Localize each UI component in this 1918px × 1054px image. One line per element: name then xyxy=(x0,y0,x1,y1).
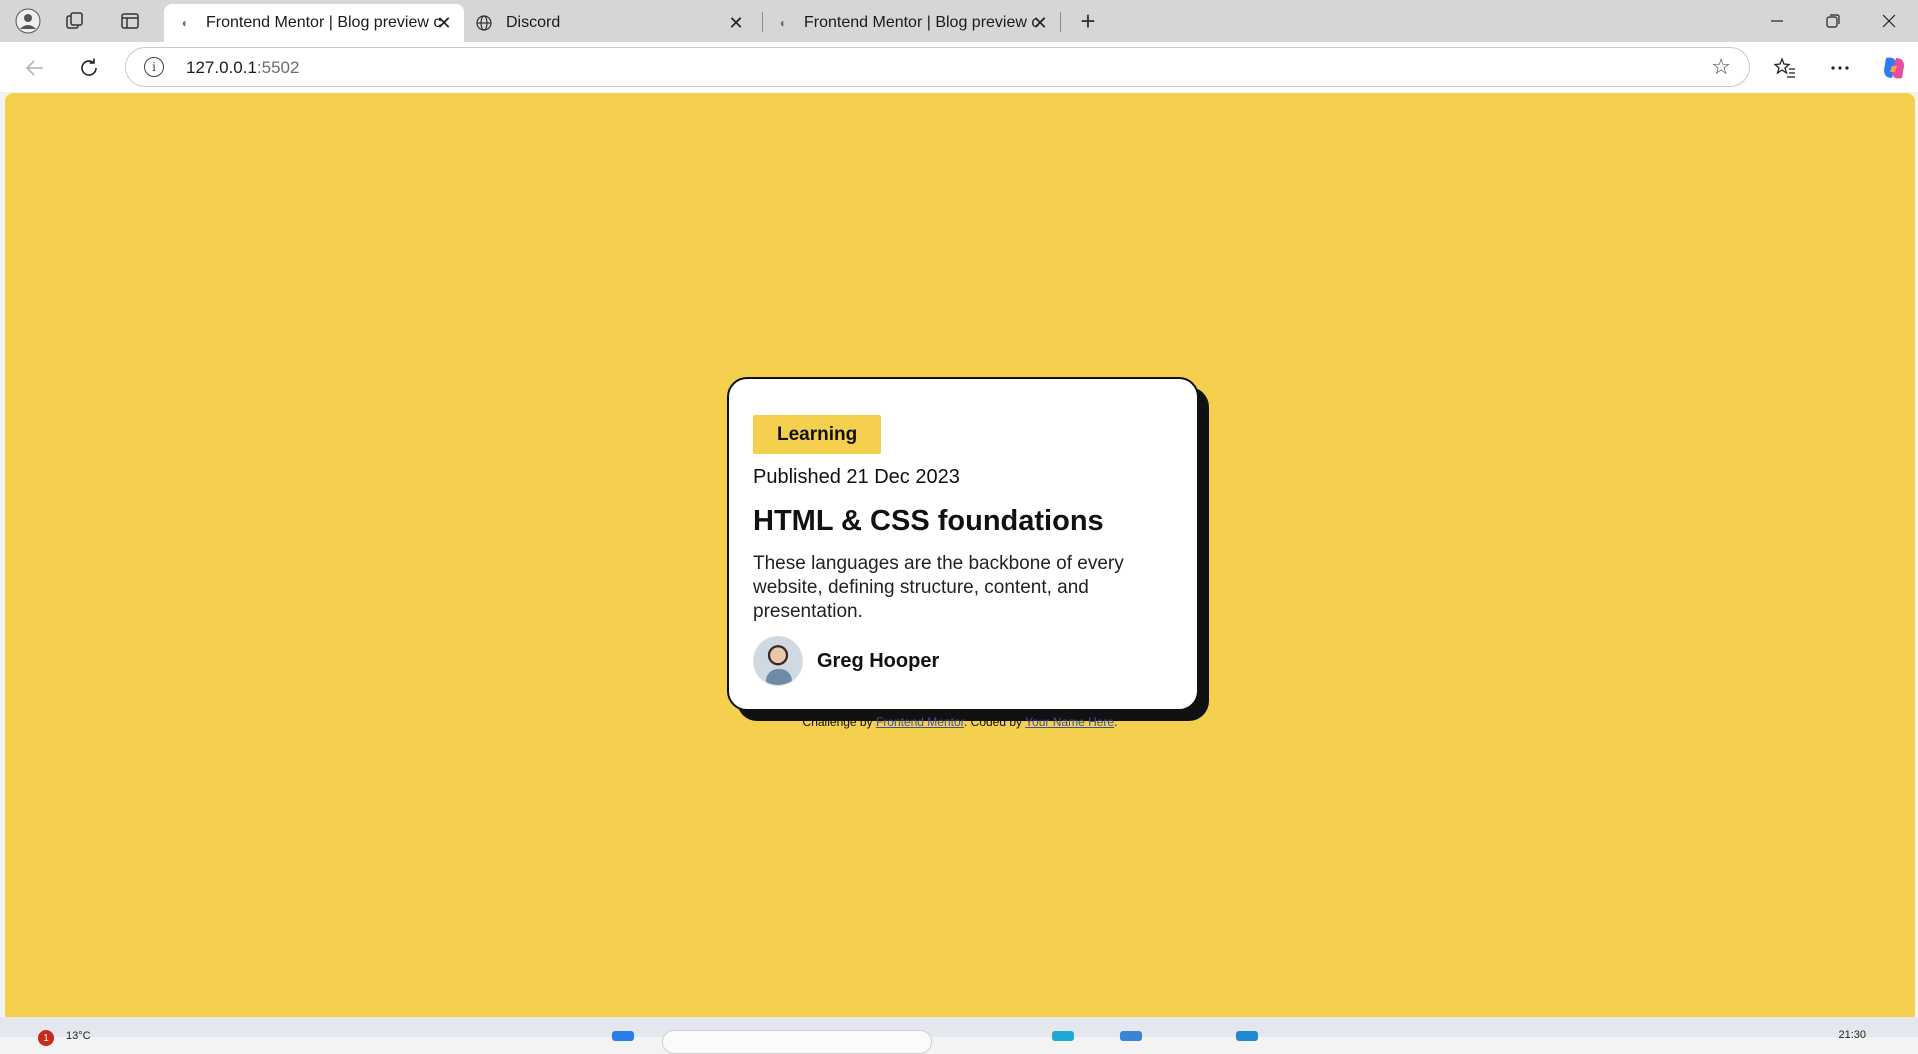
published-date: Published 21 Dec 2023 xyxy=(753,466,960,488)
more-options-icon[interactable] xyxy=(1824,52,1856,84)
minimize-icon[interactable] xyxy=(1754,6,1800,36)
new-tab-button[interactable]: + xyxy=(1073,6,1103,36)
reload-icon[interactable] xyxy=(73,52,105,84)
url-text: 127.0.0.1:5502 xyxy=(186,58,299,78)
tab-blog-preview[interactable]: ◖ Frontend Mentor | Blog preview c ✕ xyxy=(164,4,464,42)
vscode-icon[interactable] xyxy=(1236,1031,1258,1041)
tab-title: Discord xyxy=(506,14,561,31)
category-tag[interactable]: Learning xyxy=(753,415,882,454)
workspaces-icon[interactable] xyxy=(60,7,90,35)
attribution-suffix: . xyxy=(1114,715,1118,729)
file-explorer-icon[interactable] xyxy=(1120,1031,1142,1041)
author-info: Greg Hooper xyxy=(753,636,1173,686)
clock[interactable]: 21:30 xyxy=(1838,1029,1866,1041)
restore-icon[interactable] xyxy=(1810,6,1856,36)
frontend-mentor-link[interactable]: Frontend Mentor xyxy=(876,715,964,729)
favorite-star-icon[interactable]: ☆ xyxy=(1711,54,1731,80)
tab-separator xyxy=(1060,12,1061,32)
globe-icon xyxy=(476,15,492,31)
weather-temperature[interactable]: 13°C xyxy=(66,1030,91,1042)
close-tab-icon[interactable]: ✕ xyxy=(434,13,454,33)
card-description: These languages are the backbone of ever… xyxy=(753,553,1124,622)
author-name: Greg Hooper xyxy=(817,649,940,672)
card-title[interactable]: HTML & CSS foundations xyxy=(753,505,1173,538)
copilot-icon[interactable] xyxy=(1878,52,1910,84)
tab-blog-preview-2[interactable]: ◖ Frontend Mentor | Blog preview c ✕ xyxy=(762,4,1060,42)
blog-preview-card: Learning Published 21 Dec 2023 HTML & CS… xyxy=(727,377,1199,711)
weather-notification-badge[interactable]: 1 xyxy=(38,1030,54,1046)
attribution: Challenge by Frontend Mentor. Coded by Y… xyxy=(5,715,1915,729)
url-port: :5502 xyxy=(256,58,300,77)
attribution-prefix: Challenge by xyxy=(802,715,876,729)
profile-icon[interactable] xyxy=(13,7,43,35)
url-host: 127.0.0.1 xyxy=(186,58,257,77)
tab-title: Frontend Mentor | Blog preview c xyxy=(804,14,1040,31)
close-window-icon[interactable] xyxy=(1866,6,1912,36)
page-viewport: Learning Published 21 Dec 2023 HTML & CS… xyxy=(5,93,1915,1017)
tab-discord[interactable]: Discord ✕ xyxy=(464,4,756,42)
taskbar: 1 13°C 21:30 xyxy=(0,1017,1918,1054)
author-link[interactable]: Your Name Here xyxy=(1025,715,1114,729)
attribution-middle: . Coded by xyxy=(964,715,1026,729)
browser-titlebar: ◖ Frontend Mentor | Blog preview c ✕ Dis… xyxy=(0,0,1918,42)
back-icon[interactable] xyxy=(19,52,51,84)
frontend-mentor-favicon-icon: ◖ xyxy=(778,16,786,30)
close-tab-icon[interactable]: ✕ xyxy=(1030,13,1050,33)
browser-toolbar: i 127.0.0.1:5502 ☆ xyxy=(0,42,1918,92)
taskbar-search[interactable] xyxy=(662,1030,932,1054)
tab-title: Frontend Mentor | Blog preview c xyxy=(206,14,442,31)
site-info-icon[interactable]: i xyxy=(144,57,164,77)
frontend-mentor-favicon-icon: ◖ xyxy=(180,16,188,30)
edge-icon[interactable] xyxy=(1052,1031,1074,1041)
author-avatar xyxy=(753,636,803,686)
favorites-icon[interactable] xyxy=(1769,52,1801,84)
address-bar[interactable]: i 127.0.0.1:5502 ☆ xyxy=(125,47,1750,87)
vertical-tabs-icon[interactable] xyxy=(115,7,145,35)
close-tab-icon[interactable]: ✕ xyxy=(726,13,746,33)
start-icon[interactable] xyxy=(612,1031,634,1041)
